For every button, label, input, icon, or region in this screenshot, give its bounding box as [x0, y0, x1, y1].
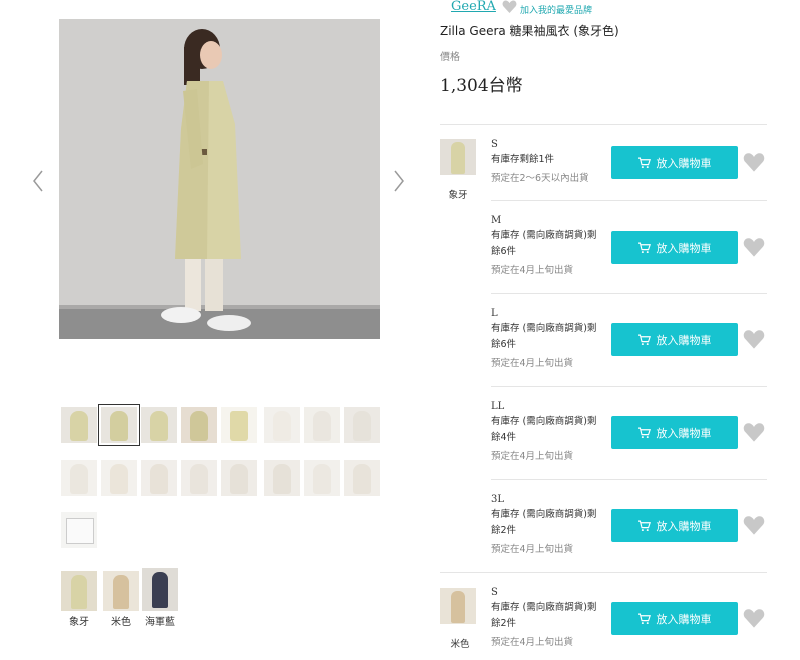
add-to-cart-label: 放入購物車: [656, 241, 712, 255]
add-to-cart-button[interactable]: 放入購物車: [611, 509, 738, 542]
variant-color-label: 米色: [450, 639, 470, 650]
variant-color-label: 象牙: [448, 190, 468, 201]
divider: [491, 200, 767, 201]
variant-stock: 有庫存 (需向廠商調貨)剩 餘2件: [491, 509, 597, 536]
add-to-cart-button[interactable]: 放入購物車: [611, 323, 738, 356]
variant-shipping: 預定在4月上旬出貨: [491, 637, 574, 648]
heart-icon[interactable]: [743, 515, 765, 535]
divider: [440, 124, 767, 125]
variant-size: S: [491, 139, 498, 150]
gallery-thumbnail[interactable]: [61, 460, 97, 496]
color-swatch-navy[interactable]: [142, 568, 178, 611]
add-to-cart-button[interactable]: 放入購物車: [611, 602, 738, 635]
variant-stock: 有庫存 (需向廠商調貨)剩 餘2件: [491, 602, 597, 629]
heart-icon[interactable]: [743, 329, 765, 349]
brand-link[interactable]: GeeRA: [451, 0, 496, 14]
variant-size: LL: [491, 401, 505, 412]
divider: [491, 479, 767, 480]
add-to-cart-label: 放入購物車: [656, 519, 712, 533]
variant-stock: 有庫存 (需向廠商調貨)剩 餘4件: [491, 416, 597, 443]
heart-icon[interactable]: [743, 152, 765, 172]
price-label: 價格: [440, 52, 460, 63]
cart-icon: [637, 613, 651, 624]
gallery-thumbnail-selected[interactable]: [98, 404, 140, 446]
variant-size: L: [491, 308, 498, 319]
variant-shipping: 預定在4月上旬出貨: [491, 451, 574, 462]
gallery-thumbnail[interactable]: [264, 460, 300, 496]
gallery-thumbnail[interactable]: [61, 407, 97, 443]
divider: [491, 386, 767, 387]
add-to-cart-label: 放入購物車: [656, 612, 712, 626]
cart-icon: [637, 427, 651, 438]
heart-icon[interactable]: [743, 237, 765, 257]
gallery-thumbnail[interactable]: [181, 407, 217, 443]
add-to-cart-label: 放入購物車: [656, 333, 712, 347]
variant-stock: 有庫存剩餘1件: [491, 154, 555, 165]
cart-icon: [637, 242, 651, 253]
gallery-thumbnail[interactable]: [264, 407, 300, 443]
gallery-next-button[interactable]: [393, 170, 405, 192]
color-swatch-beige[interactable]: [103, 571, 139, 611]
cart-icon: [637, 520, 651, 531]
variant-color-thumbnail: [440, 588, 476, 624]
gallery-thumbnail-label-tag[interactable]: [61, 512, 97, 548]
heart-icon[interactable]: [743, 608, 765, 628]
variant-size: S: [491, 587, 498, 598]
add-to-cart-label: 放入購物車: [656, 426, 712, 440]
gallery-thumbnail[interactable]: [304, 407, 340, 443]
main-product-image: [59, 19, 380, 339]
color-label: 海軍藍: [145, 617, 175, 628]
add-to-cart-button[interactable]: 放入購物車: [611, 231, 738, 264]
gallery-thumbnail[interactable]: [221, 460, 257, 496]
product-title: Zilla Geera 糖果袖風衣 (象牙色): [440, 24, 619, 38]
divider: [440, 572, 767, 573]
gallery-thumbnail[interactable]: [304, 460, 340, 496]
gallery-thumbnail[interactable]: [221, 407, 257, 443]
color-swatch-ivory[interactable]: [61, 571, 97, 611]
variant-shipping: 預定在4月上旬出貨: [491, 544, 574, 555]
chevron-left-icon: [33, 170, 43, 192]
gallery-thumbnail[interactable]: [344, 407, 380, 443]
product-price: 1,304台幣: [440, 76, 523, 96]
variant-stock: 有庫存 (需向廠商調貨)剩 餘6件: [491, 323, 597, 350]
variant-size: M: [491, 215, 502, 226]
color-label: 米色: [111, 617, 131, 628]
cart-icon: [637, 334, 651, 345]
gallery-thumbnail[interactable]: [141, 460, 177, 496]
variant-color-thumbnail: [440, 139, 476, 175]
variant-size: 3L: [491, 494, 505, 505]
add-to-cart-label: 放入購物車: [656, 156, 712, 170]
variant-shipping: 預定在2～6天以內出貨: [491, 173, 589, 184]
gallery-thumbnail[interactable]: [141, 407, 177, 443]
cart-icon: [637, 157, 651, 168]
variant-shipping: 預定在4月上旬出貨: [491, 358, 574, 369]
add-favorite-brand-link[interactable]: 加入我的最愛品牌: [520, 3, 592, 16]
gallery-thumbnail[interactable]: [181, 460, 217, 496]
add-to-cart-button[interactable]: 放入購物車: [611, 416, 738, 449]
chevron-right-icon: [394, 170, 404, 192]
divider: [491, 293, 767, 294]
gallery-thumbnail[interactable]: [344, 460, 380, 496]
heart-icon[interactable]: [502, 0, 517, 13]
add-to-cart-button[interactable]: 放入購物車: [611, 146, 738, 179]
gallery-prev-button[interactable]: [32, 170, 44, 192]
variant-shipping: 預定在4月上旬出貨: [491, 265, 574, 276]
color-label: 象牙: [69, 617, 89, 628]
gallery-thumbnail[interactable]: [101, 460, 137, 496]
variant-stock: 有庫存 (需向廠商調貨)剩 餘6件: [491, 230, 597, 257]
heart-icon[interactable]: [743, 422, 765, 442]
